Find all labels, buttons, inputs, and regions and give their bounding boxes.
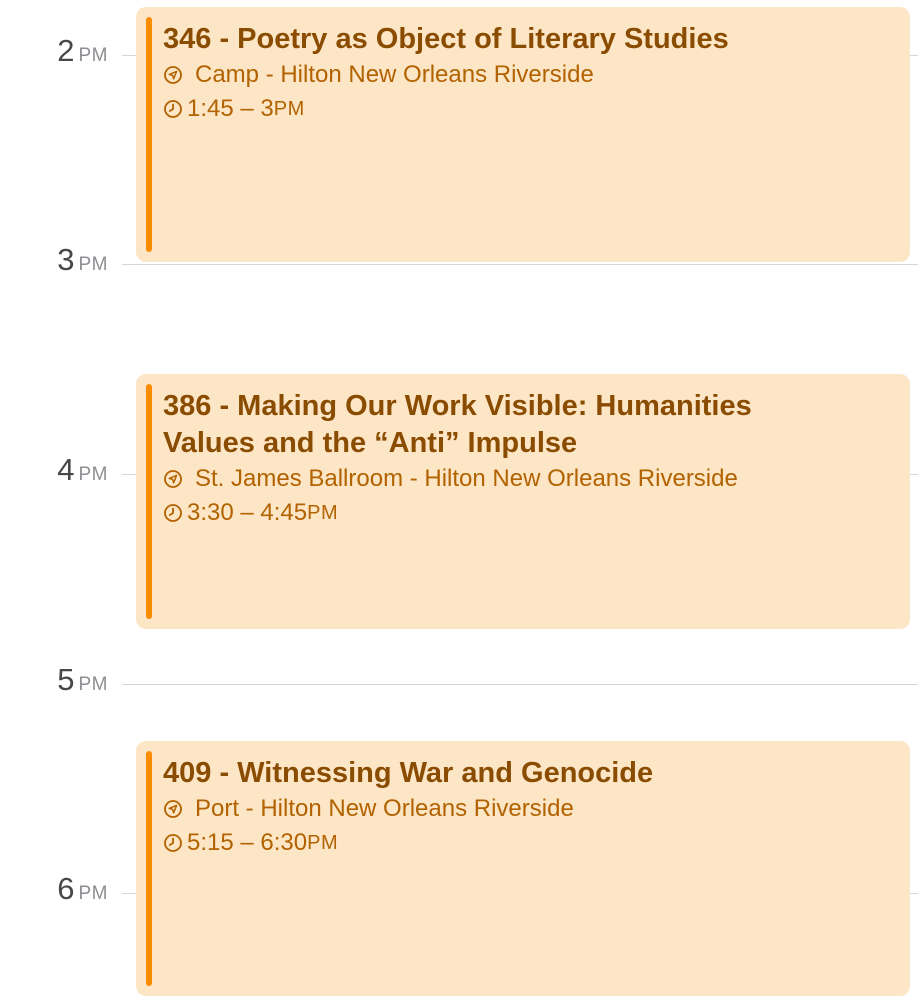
hour-number: 5 <box>57 662 75 697</box>
hour-label: 5 PM <box>0 662 108 698</box>
hour-label: 6 PM <box>0 871 108 907</box>
hour-period: PM <box>78 464 108 485</box>
hour-label: 2 PM <box>0 33 108 69</box>
hour-divider <box>122 264 918 265</box>
event-location-text: St. James Ballroom - Hilton New Orleans … <box>195 465 738 492</box>
event-time: 5:15 – 6:30 PM <box>163 826 890 860</box>
clock-icon <box>164 504 182 522</box>
location-arrow-icon <box>164 470 182 488</box>
location-arrow-icon <box>164 66 182 84</box>
event-time-period: PM <box>307 832 339 854</box>
event-time: 1:45 – 3 PM <box>163 92 890 126</box>
clock-icon <box>164 834 182 852</box>
event-card-386[interactable]: 386 - Making Our Work Visible: Humanitie… <box>136 374 910 629</box>
event-time: 3:30 – 4:45 PM <box>163 496 890 530</box>
event-title: 409 - Witnessing War and Genocide <box>163 757 654 789</box>
hour-divider <box>122 684 918 685</box>
event-time-range: 3:30 – 4:45 <box>187 499 308 526</box>
event-time-range: 5:15 – 6:30 <box>187 829 308 856</box>
event-time-period: PM <box>307 502 339 524</box>
hour-label: 3 PM <box>0 242 108 278</box>
hour-label: 4 PM <box>0 452 108 488</box>
event-title: 346 - Poetry as Object of Literary Studi… <box>163 23 729 55</box>
event-location-text: Camp - Hilton New Orleans Riverside <box>195 61 594 88</box>
event-card-346[interactable]: 346 - Poetry as Object of Literary Studi… <box>136 7 910 262</box>
event-time-period: PM <box>273 98 305 120</box>
event-location: Port - Hilton New Orleans Riverside <box>163 792 890 826</box>
location-arrow-icon <box>164 800 182 818</box>
clock-icon <box>164 100 182 118</box>
hour-period: PM <box>78 883 108 904</box>
hour-number: 4 <box>57 452 75 487</box>
event-title: 386 - Making Our Work Visible: Humanitie… <box>163 390 752 459</box>
hour-period: PM <box>78 674 108 695</box>
event-color-bar <box>146 751 152 986</box>
event-location-text: Port - Hilton New Orleans Riverside <box>195 795 574 822</box>
hour-number: 2 <box>57 33 75 68</box>
hour-number: 6 <box>57 871 75 906</box>
event-card-409[interactable]: 409 - Witnessing War and Genocide Port -… <box>136 741 910 996</box>
event-time-range: 1:45 – 3 <box>187 95 274 122</box>
hour-period: PM <box>78 254 108 275</box>
hour-period: PM <box>78 45 108 66</box>
event-color-bar <box>146 17 152 252</box>
event-location: St. James Ballroom - Hilton New Orleans … <box>163 462 890 496</box>
event-location: Camp - Hilton New Orleans Riverside <box>163 58 890 92</box>
hour-number: 3 <box>57 242 75 277</box>
event-color-bar <box>146 384 152 619</box>
